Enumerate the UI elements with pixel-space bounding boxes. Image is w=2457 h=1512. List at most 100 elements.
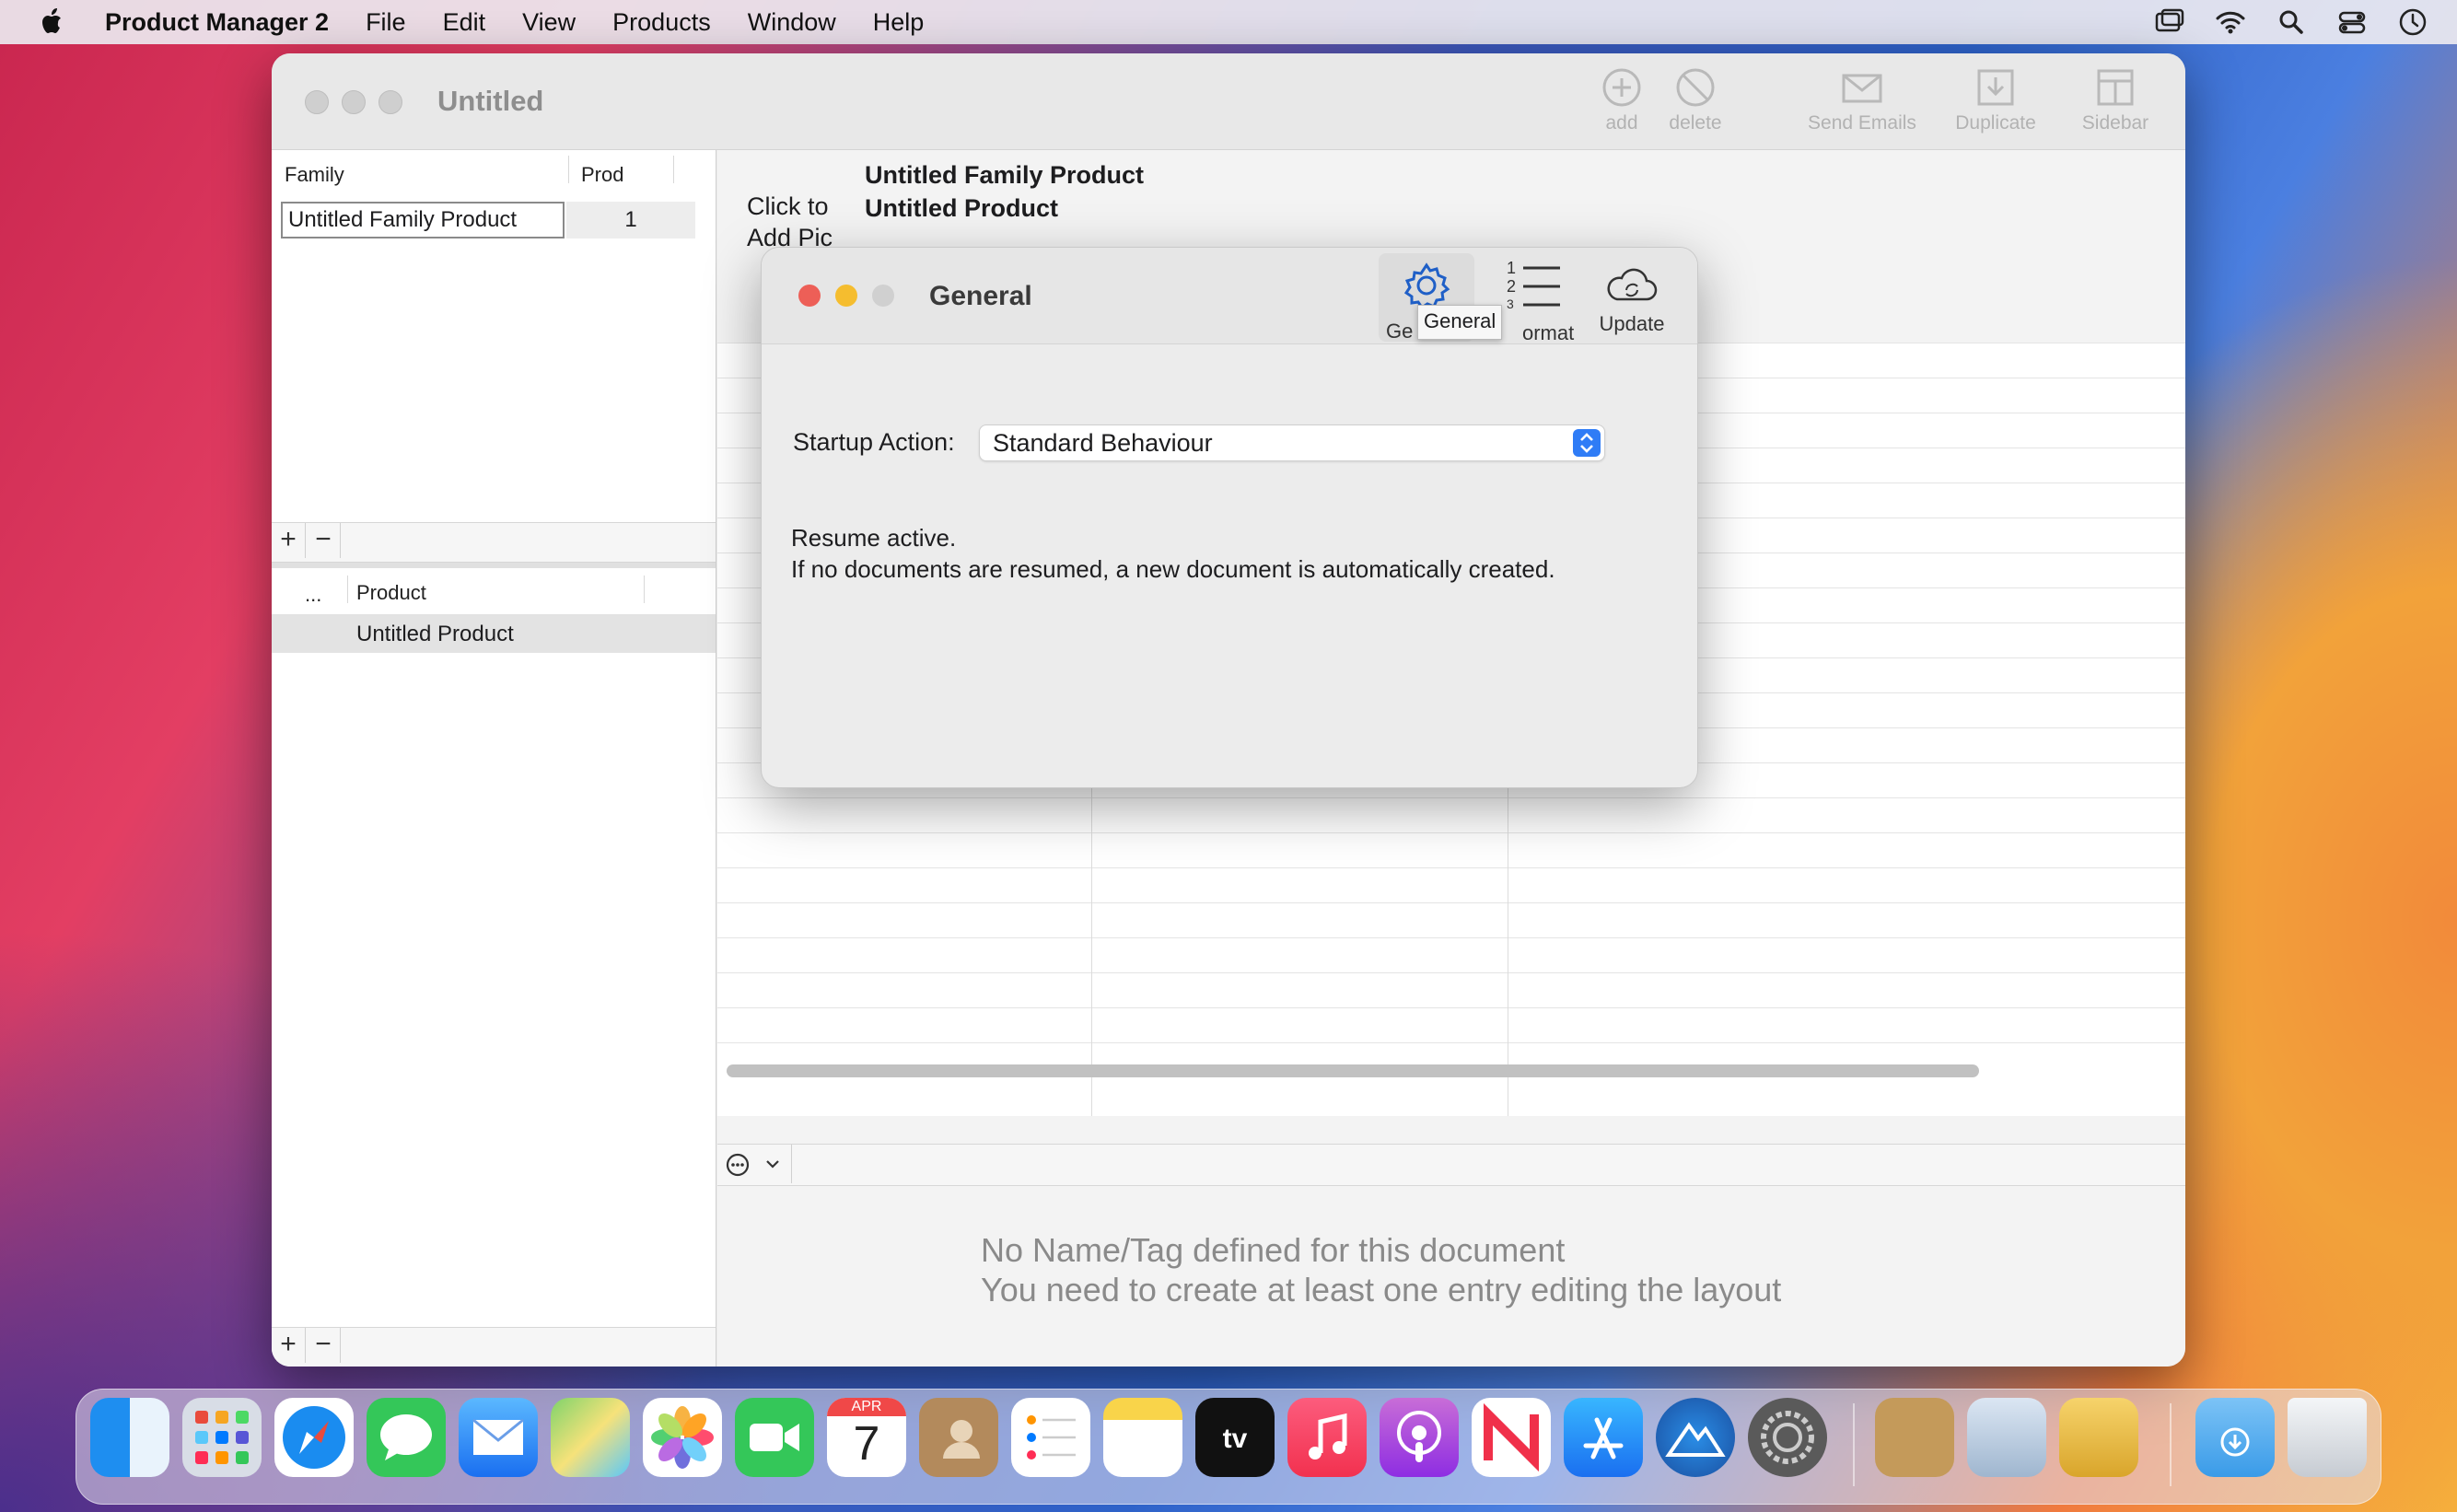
toolbar-delete-button[interactable]: delete [1659,66,1732,134]
toolbar-add-button[interactable]: add [1592,66,1651,134]
grid-line [717,1042,2185,1043]
apple-logo-icon[interactable] [37,6,68,38]
add-product-button[interactable]: + [272,1328,306,1363]
launchpad-icon[interactable] [182,1398,262,1477]
menu-app-name[interactable]: Product Manager 2 [105,8,329,37]
general-tooltip: General [1417,305,1503,340]
svg-text:3: 3 [1507,297,1514,311]
product-options-header[interactable]: ... [305,583,321,607]
startup-description: Resume active. If no documents are resum… [791,522,1555,585]
window-title: Untitled [437,85,544,117]
facetime-icon[interactable] [735,1398,814,1477]
mail-icon[interactable] [459,1398,538,1477]
prod-column-header[interactable]: Prod [581,163,623,187]
numbered-list-icon: 123 [1507,259,1560,311]
startup-action-popup[interactable]: Standard Behaviour [979,425,1605,461]
macos-installer-icon[interactable] [1656,1398,1735,1477]
calendar-icon[interactable]: APR 7 [827,1398,906,1477]
photos-icon[interactable] [643,1398,722,1477]
messages-icon[interactable] [367,1398,446,1477]
siri-clock-icon[interactable] [2396,6,2429,39]
toolbar-delete-label: delete [1669,112,1722,134]
action-menu-button[interactable] [717,1145,792,1183]
apple-tv-icon[interactable]: tv [1195,1398,1275,1477]
grid-line [717,937,2185,938]
control-center-icon[interactable] [2335,6,2369,39]
contacts-icon[interactable] [919,1398,998,1477]
downloads-folder-icon[interactable] [2195,1398,2275,1477]
grid-line [717,867,2185,868]
wifi-icon[interactable] [2214,6,2247,39]
add-family-button[interactable]: + [272,523,306,558]
ellipsis-circle-icon [726,1153,750,1177]
split-divider[interactable] [272,563,716,568]
calendar-month: APR [827,1398,906,1416]
news-icon[interactable] [1472,1398,1551,1477]
podcasts-icon[interactable] [1380,1398,1459,1477]
grid-line [717,797,2185,798]
family-add-remove-bar: + − [272,522,716,563]
menu-products[interactable]: Products [612,8,711,37]
finder-icon[interactable] [90,1398,169,1477]
menu-bar: Product Manager 2 File Edit View Product… [0,0,2457,44]
toolbar-sidebar-button[interactable]: Sidebar [2069,66,2161,134]
grid-line [717,1007,2185,1008]
trash-icon[interactable] [2288,1398,2367,1477]
product-add-remove-bar: + − [272,1327,716,1367]
startup-action-label: Startup Action: [793,428,955,456]
pref-minimize-button[interactable] [835,285,857,307]
screen-mirroring-icon[interactable] [2153,6,2186,39]
tab-format[interactable]: 123 ormat [1498,257,1574,344]
menu-window[interactable]: Window [748,8,836,37]
dock-separator [2170,1403,2172,1486]
tab-update-label: Update [1599,312,1665,335]
empty-layout-message: No Name/Tag defined for this document Yo… [981,1230,1781,1309]
installer-package-icon[interactable] [1875,1398,1954,1477]
remove-product-button[interactable]: − [307,1328,341,1363]
remove-family-button[interactable]: − [307,523,341,558]
svg-text:2: 2 [1507,277,1516,296]
family-column-header[interactable]: Family [285,163,344,187]
pref-zoom-button[interactable] [872,285,894,307]
sidebar-icon [2097,69,2134,106]
family-count-cell: 1 [566,202,695,238]
pref-close-button[interactable] [798,285,821,307]
family-name-cell[interactable]: Untitled Family Product [281,202,565,238]
product-column-header[interactable]: Product [356,581,426,605]
product-manager-icon[interactable] [2059,1398,2138,1477]
window-titlebar: Untitled add delete Send Emails Duplicat… [272,53,2185,150]
app-store-icon[interactable] [1564,1398,1643,1477]
window-zoom-button[interactable] [378,90,402,114]
menu-file[interactable]: File [366,8,406,37]
toolbar-send-emails-label: Send Emails [1808,112,1916,134]
prohibited-icon [1676,68,1715,107]
dock-separator [1853,1403,1855,1486]
preview-icon[interactable] [1967,1398,2046,1477]
safari-icon[interactable] [274,1398,354,1477]
toolbar-sidebar-label: Sidebar [2081,112,2149,134]
maps-icon[interactable] [551,1398,630,1477]
window-close-button[interactable] [305,90,329,114]
menu-edit[interactable]: Edit [443,8,486,37]
add-picture-placeholder[interactable]: Click to Add Pic [747,191,833,253]
system-preferences-icon[interactable] [1748,1398,1827,1477]
music-icon[interactable] [1287,1398,1367,1477]
toolbar-add-label: add [1605,112,1638,134]
preferences-window: General Ge 123 ormat Update General Star… [761,247,1698,788]
reminders-icon[interactable] [1011,1398,1090,1477]
horizontal-scrollbar[interactable] [727,1064,1979,1077]
grid-line [717,832,2185,833]
toolbar-duplicate-button[interactable]: Duplicate [1942,66,2049,134]
product-row[interactable]: Untitled Product [272,614,716,653]
popup-arrows-icon [1573,429,1601,457]
menu-view[interactable]: View [522,8,576,37]
tab-update[interactable]: Update [1590,261,1673,336]
spotlight-search-icon[interactable] [2275,6,2308,39]
startup-action-value: Standard Behaviour [993,429,1213,457]
window-minimize-button[interactable] [342,90,366,114]
menu-help[interactable]: Help [873,8,925,37]
chevron-down-icon [766,1160,779,1169]
notes-icon[interactable] [1103,1398,1182,1477]
toolbar-send-emails-button[interactable]: Send Emails [1800,66,1924,134]
family-product-title: Untitled Family Product [865,161,1145,189]
